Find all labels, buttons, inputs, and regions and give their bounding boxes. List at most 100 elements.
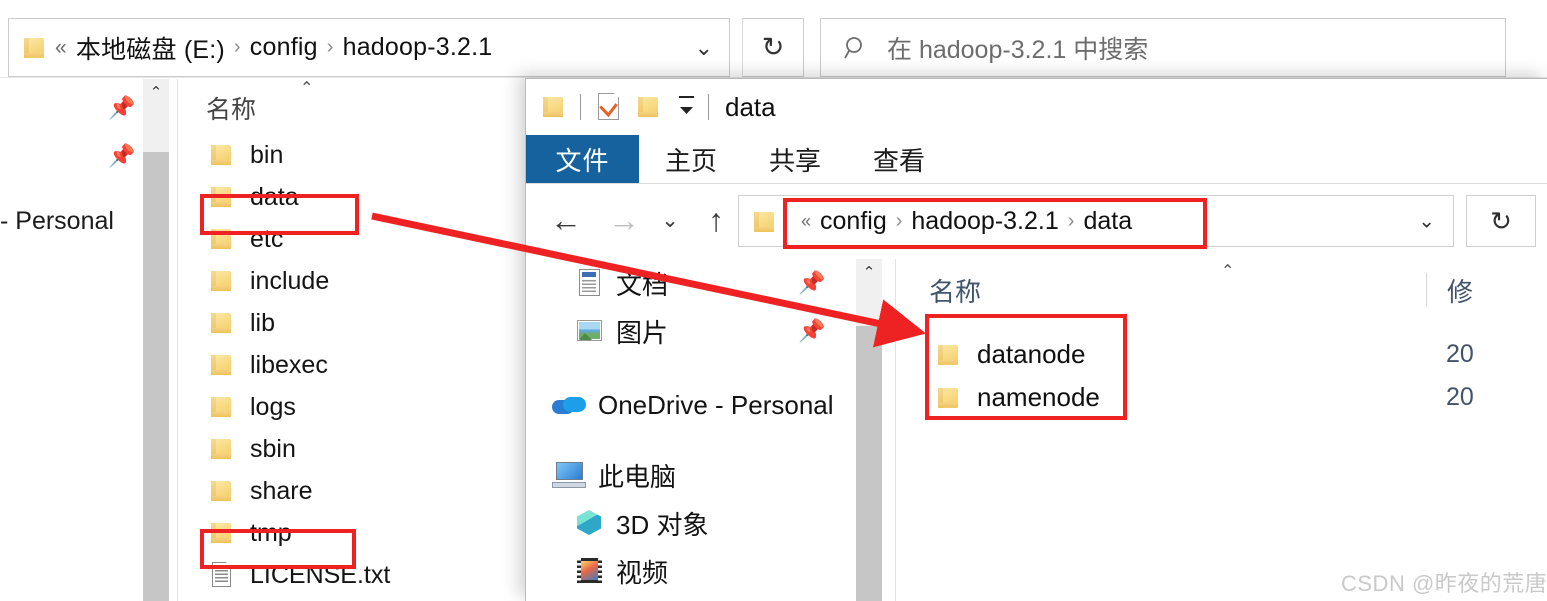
document-icon: [574, 269, 604, 297]
back-list-item-libexec[interactable]: libexec: [186, 344, 526, 386]
file-modified: 20: [1446, 383, 1474, 411]
onedrive-icon: [552, 392, 586, 418]
breadcrumb-overflow-icon[interactable]: «: [55, 36, 76, 60]
annotation-box-tmp-folder: [200, 529, 356, 569]
tab-file[interactable]: 文件: [526, 135, 639, 183]
sidebar-item-3d-objects[interactable]: 3D 对象: [526, 499, 856, 547]
pin-icon[interactable]: 📌: [798, 318, 825, 344]
window-title: data: [725, 91, 776, 122]
folder-icon: [208, 479, 234, 503]
back-address-bar[interactable]: « 本地磁盘 (E:) › config › hadoop-3.2.1 ⌄: [8, 18, 730, 77]
back-list-item-bin[interactable]: bin: [186, 134, 526, 176]
screenshot-root: « 本地磁盘 (E:) › config › hadoop-3.2.1 ⌄ ↻ …: [0, 0, 1547, 601]
front-scroll-up-button[interactable]: ⌃: [856, 259, 882, 285]
folder-icon: [208, 311, 234, 335]
properties-icon[interactable]: [595, 92, 621, 122]
back-nav-item-onedrive-personal[interactable]: - Personal: [0, 207, 114, 236]
folder-icon: [751, 210, 777, 234]
file-name: libexec: [250, 350, 328, 379]
breadcrumb-item-0[interactable]: 本地磁盘 (E:): [76, 30, 225, 66]
back-search-box[interactable]: 在 hadoop-3.2.1 中搜索: [820, 18, 1506, 77]
annotation-box-node-folders: [925, 314, 1127, 420]
chevron-down-icon: [680, 107, 693, 115]
column-header-modified[interactable]: 修: [1427, 272, 1473, 309]
file-name: logs: [250, 392, 296, 421]
sidebar-item-this-pc[interactable]: 此电脑: [526, 451, 856, 499]
tab-view[interactable]: 查看: [847, 135, 951, 183]
customize-quick-access-icon[interactable]: [679, 95, 694, 119]
front-navigation-pane: 文档 📌 图片 📌 OneDrive - Personal 此电脑 3D 对象: [526, 259, 856, 601]
search-icon: [844, 36, 862, 58]
column-header-name[interactable]: 名称: [901, 272, 1426, 309]
back-window-toolbar: « 本地磁盘 (E:) › config › hadoop-3.2.1 ⌄ ↻ …: [0, 0, 1547, 78]
file-name: bin: [250, 140, 284, 169]
back-file-list: 名称 bin data etc include lib libexec logs…: [186, 82, 526, 596]
sidebar-item-label: 此电脑: [598, 461, 677, 492]
back-search-placeholder: 在 hadoop-3.2.1 中搜索: [887, 35, 1149, 64]
pin-icon[interactable]: 📌: [108, 143, 135, 169]
back-list-item-include[interactable]: include: [186, 260, 526, 302]
back-list-item-lib[interactable]: lib: [186, 302, 526, 344]
front-title-bar: data: [526, 79, 1547, 135]
breadcrumb-item-2[interactable]: hadoop-3.2.1: [343, 33, 493, 62]
up-button[interactable]: ↑: [694, 198, 738, 242]
back-refresh-button[interactable]: ↻: [742, 18, 804, 77]
refresh-icon: ↻: [761, 32, 785, 62]
sidebar-item-videos[interactable]: 视频: [526, 547, 856, 595]
back-button[interactable]: ←: [544, 198, 588, 242]
folder-icon: [208, 437, 234, 461]
back-list-item-share[interactable]: share: [186, 470, 526, 512]
recent-locations-button[interactable]: ⌄: [652, 198, 688, 242]
back-breadcrumb[interactable]: « 本地磁盘 (E:) › config › hadoop-3.2.1: [55, 30, 492, 66]
refresh-icon: ↻: [1490, 205, 1512, 236]
breadcrumb-item-1[interactable]: config: [250, 33, 318, 62]
sidebar-item-onedrive[interactable]: OneDrive - Personal: [526, 381, 856, 429]
front-refresh-button[interactable]: ↻: [1466, 195, 1536, 247]
picture-icon: [574, 317, 604, 345]
chevron-down-icon[interactable]: ⌄: [1418, 209, 1435, 234]
file-name: share: [250, 476, 313, 505]
sidebar-item-pictures-2[interactable]: 图片: [526, 595, 856, 601]
sidebar-item-label: 文档: [616, 269, 669, 300]
annotation-box-data-folder: [200, 194, 359, 235]
file-name: sbin: [250, 434, 296, 463]
back-pane-divider: [177, 79, 178, 601]
back-list-collapse-icon[interactable]: ⌃: [300, 78, 313, 98]
pin-icon[interactable]: 📌: [108, 95, 135, 121]
tab-share[interactable]: 共享: [743, 135, 847, 183]
folder-icon[interactable]: [540, 95, 566, 119]
videos-icon: [574, 557, 604, 585]
back-scrollbar-thumb[interactable]: [143, 152, 169, 601]
toolbar-divider: [580, 94, 581, 120]
front-scrollbar-thumb[interactable]: [856, 326, 882, 601]
file-name: lib: [250, 308, 276, 337]
back-list-item-logs[interactable]: logs: [186, 386, 526, 428]
forward-button[interactable]: →: [602, 198, 646, 242]
back-list-item-sbin[interactable]: sbin: [186, 428, 526, 470]
sidebar-item-documents[interactable]: 文档 📌: [526, 259, 856, 307]
chevron-down-icon[interactable]: ⌄: [695, 35, 713, 61]
back-scroll-up-button[interactable]: ⌃: [143, 79, 169, 105]
quick-access-toolbar: [526, 92, 709, 122]
back-navigation-pane: 📌 📌 - Personal: [0, 79, 143, 601]
back-column-header-name[interactable]: 名称: [186, 82, 526, 134]
watermark: CSDN @昨夜的荒唐梦: [1341, 571, 1547, 596]
file-name: include: [250, 266, 330, 295]
sidebar-item-label: 视频: [616, 557, 669, 588]
sidebar-item-label: 图片: [616, 317, 669, 348]
tab-home[interactable]: 主页: [639, 135, 743, 183]
pin-icon[interactable]: 📌: [798, 270, 825, 296]
chevron-right-icon: ›: [233, 36, 241, 58]
folder-icon: [208, 395, 234, 419]
chevron-right-icon: ›: [326, 36, 334, 58]
folder-icon: [208, 353, 234, 377]
sidebar-item-pictures[interactable]: 图片 📌: [526, 307, 856, 355]
annotation-box-breadcrumb: [783, 198, 1207, 249]
front-list-collapse-icon[interactable]: ⌃: [1221, 261, 1234, 281]
front-pane-divider: [895, 259, 896, 601]
3d-objects-icon: [574, 509, 604, 537]
folder-icon: [208, 269, 234, 293]
new-folder-icon[interactable]: [635, 95, 661, 119]
file-modified: 20: [1446, 340, 1474, 368]
folder-icon: [208, 143, 234, 167]
